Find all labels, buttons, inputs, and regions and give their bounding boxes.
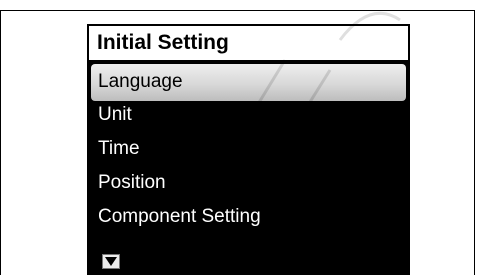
frame-tick-left (0, 258, 1, 275)
menu-item-language[interactable]: Language (87, 64, 410, 101)
menu-item-position[interactable]: Position (87, 168, 410, 202)
scroll-down-button[interactable] (102, 254, 120, 269)
device-screen: Initial Setting Language Unit Time Posit… (87, 24, 410, 275)
menu-item-label: Position (98, 172, 166, 193)
menu-item-label: Time (98, 138, 140, 159)
triangle-down-icon (105, 257, 117, 266)
menu-item-time[interactable]: Time (87, 134, 410, 168)
menu-item-component-setting[interactable]: Component Setting (87, 202, 410, 236)
menu-item-label: Language (98, 71, 183, 92)
menu-item-label: Component Setting (98, 206, 261, 227)
screen-title: Initial Setting (97, 31, 229, 54)
menu-item-label: Unit (98, 104, 132, 125)
menu-item-unit[interactable]: Unit (87, 100, 410, 134)
frame-tick-right (474, 258, 475, 275)
title-bar: Initial Setting (87, 24, 410, 62)
